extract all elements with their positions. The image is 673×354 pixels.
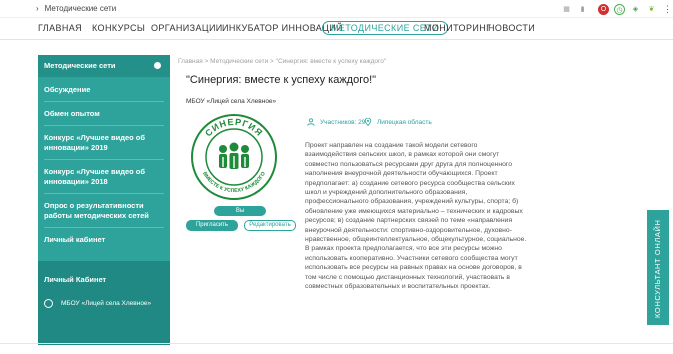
region-info: Липецкая область [364,118,432,126]
bookmark-icon[interactable]: ▮ [577,3,588,15]
sidebar-item-contest-2018[interactable]: Конкурс «Лучшее видео об инновации» 2018 [38,167,170,187]
user-icon [307,118,315,126]
cabinet-title: Личный Кабинет [44,275,107,284]
nav-monitoring[interactable]: МОНИТОРИНГ [424,23,491,33]
menu-dots-icon[interactable]: ⋮ [663,4,672,15]
user-icon [44,299,53,308]
chevron-right-icon: › [36,4,39,13]
grid-icon[interactable]: ▦ [561,3,572,15]
sidebar-item-experience[interactable]: Обмен опытом [38,109,170,119]
online-consultant-label: КОНСУЛЬТАНТ ОНЛАЙН [653,219,662,318]
shield-icon[interactable]: ◈ [630,3,641,15]
sidebar-divider [44,227,164,228]
synergy-logo-image: СИНЕРГИЯ ВМЕСТЕ К УСПЕХУ КАЖДОГО [191,114,277,200]
sidebar-item-label: Методические сети [44,61,116,70]
sidebar-item-label: Обмен опытом [44,109,100,118]
network-logo: СИНЕРГИЯ ВМЕСТЕ К УСПЕХУ КАЖДОГО [190,113,278,201]
extensions-bar: ▦ ▮ O ◷ ◈ ❦ ⋮ [556,3,672,15]
joined-button[interactable]: Вы присоединились [214,206,266,224]
page-bottom-divider [0,343,673,344]
sidebar-divider [44,159,164,160]
sidebar-item-discussion[interactable]: Обсуждение [38,85,170,95]
sidebar-item-label: Конкурс «Лучшее видео об инновации» 2019 [44,133,146,152]
browser-tab-title[interactable]: › Методические сети [36,4,116,13]
active-dot-icon [154,62,161,69]
invite-button[interactable]: Пригласить [186,220,238,231]
leaf-icon[interactable]: ❦ [646,3,657,15]
sidebar-divider [44,101,164,102]
sidebar-item-label: Конкурс «Лучшее видео об инновации» 2018 [44,167,146,186]
sidebar-item-label: Обсуждение [44,85,91,94]
region-label: Липецкая область [377,118,432,126]
browser-tab-label: Методические сети [44,4,117,13]
sidebar-item-label: Опрос о результативности работы методиче… [44,201,149,220]
sidebar-item-cabinet[interactable]: Личный кабинет [38,235,170,245]
nav-news[interactable]: НОВОСТИ [488,23,535,33]
browser-bar: › Методические сети ▦ ▮ O ◷ ◈ ❦ ⋮ [0,0,673,18]
sidebar-divider [44,193,164,194]
sidebar-item-contest-2019[interactable]: Конкурс «Лучшее видео об инновации» 2019 [38,133,170,153]
breadcrumb[interactable]: Главная > Методические сети > "Синергия:… [178,58,386,65]
edit-button[interactable]: Редактировать [244,220,296,231]
nav-contests[interactable]: КОНКУРСЫ [92,23,145,33]
main-nav: ГЛАВНАЯ КОНКУРСЫ ОРГАНИЗАЦИИ ИНКУБАТОР И… [0,18,673,40]
organization-name[interactable]: МБОУ «Лицей села Хлевное» [186,98,276,105]
cabinet-user-name: МБОУ «Лицей села Хлевное» [61,300,152,307]
sidebar: Методические сети Обсуждение Обмен опыто… [38,55,170,345]
clock-icon[interactable]: ◷ [614,3,625,15]
sidebar-item-survey[interactable]: Опрос о результативности работы методиче… [38,201,170,221]
participants-label: Участников: 29 [320,118,366,126]
map-pin-icon [364,118,372,126]
sidebar-item-label: Личный кабинет [44,235,106,244]
nav-home[interactable]: ГЛАВНАЯ [38,23,82,33]
sidebar-divider [44,125,164,126]
sidebar-item-methodical-networks[interactable]: Методические сети [38,55,170,77]
opera-icon[interactable]: O [598,3,609,15]
online-consultant-tab[interactable]: КОНСУЛЬТАНТ ОНЛАЙН [647,210,669,325]
project-description: Проект направлен на создание такой модел… [305,142,527,291]
nav-organizations[interactable]: ОРГАНИЗАЦИИ [151,23,223,33]
personal-cabinet-panel: Личный Кабинет МБОУ «Лицей села Хлевное» [38,261,170,345]
cabinet-user-link[interactable]: МБОУ «Лицей села Хлевное» [44,299,151,308]
page-title: "Синергия: вместе к успеху каждого!" [186,74,377,86]
participants-count[interactable]: Участников: 29 [307,118,365,126]
